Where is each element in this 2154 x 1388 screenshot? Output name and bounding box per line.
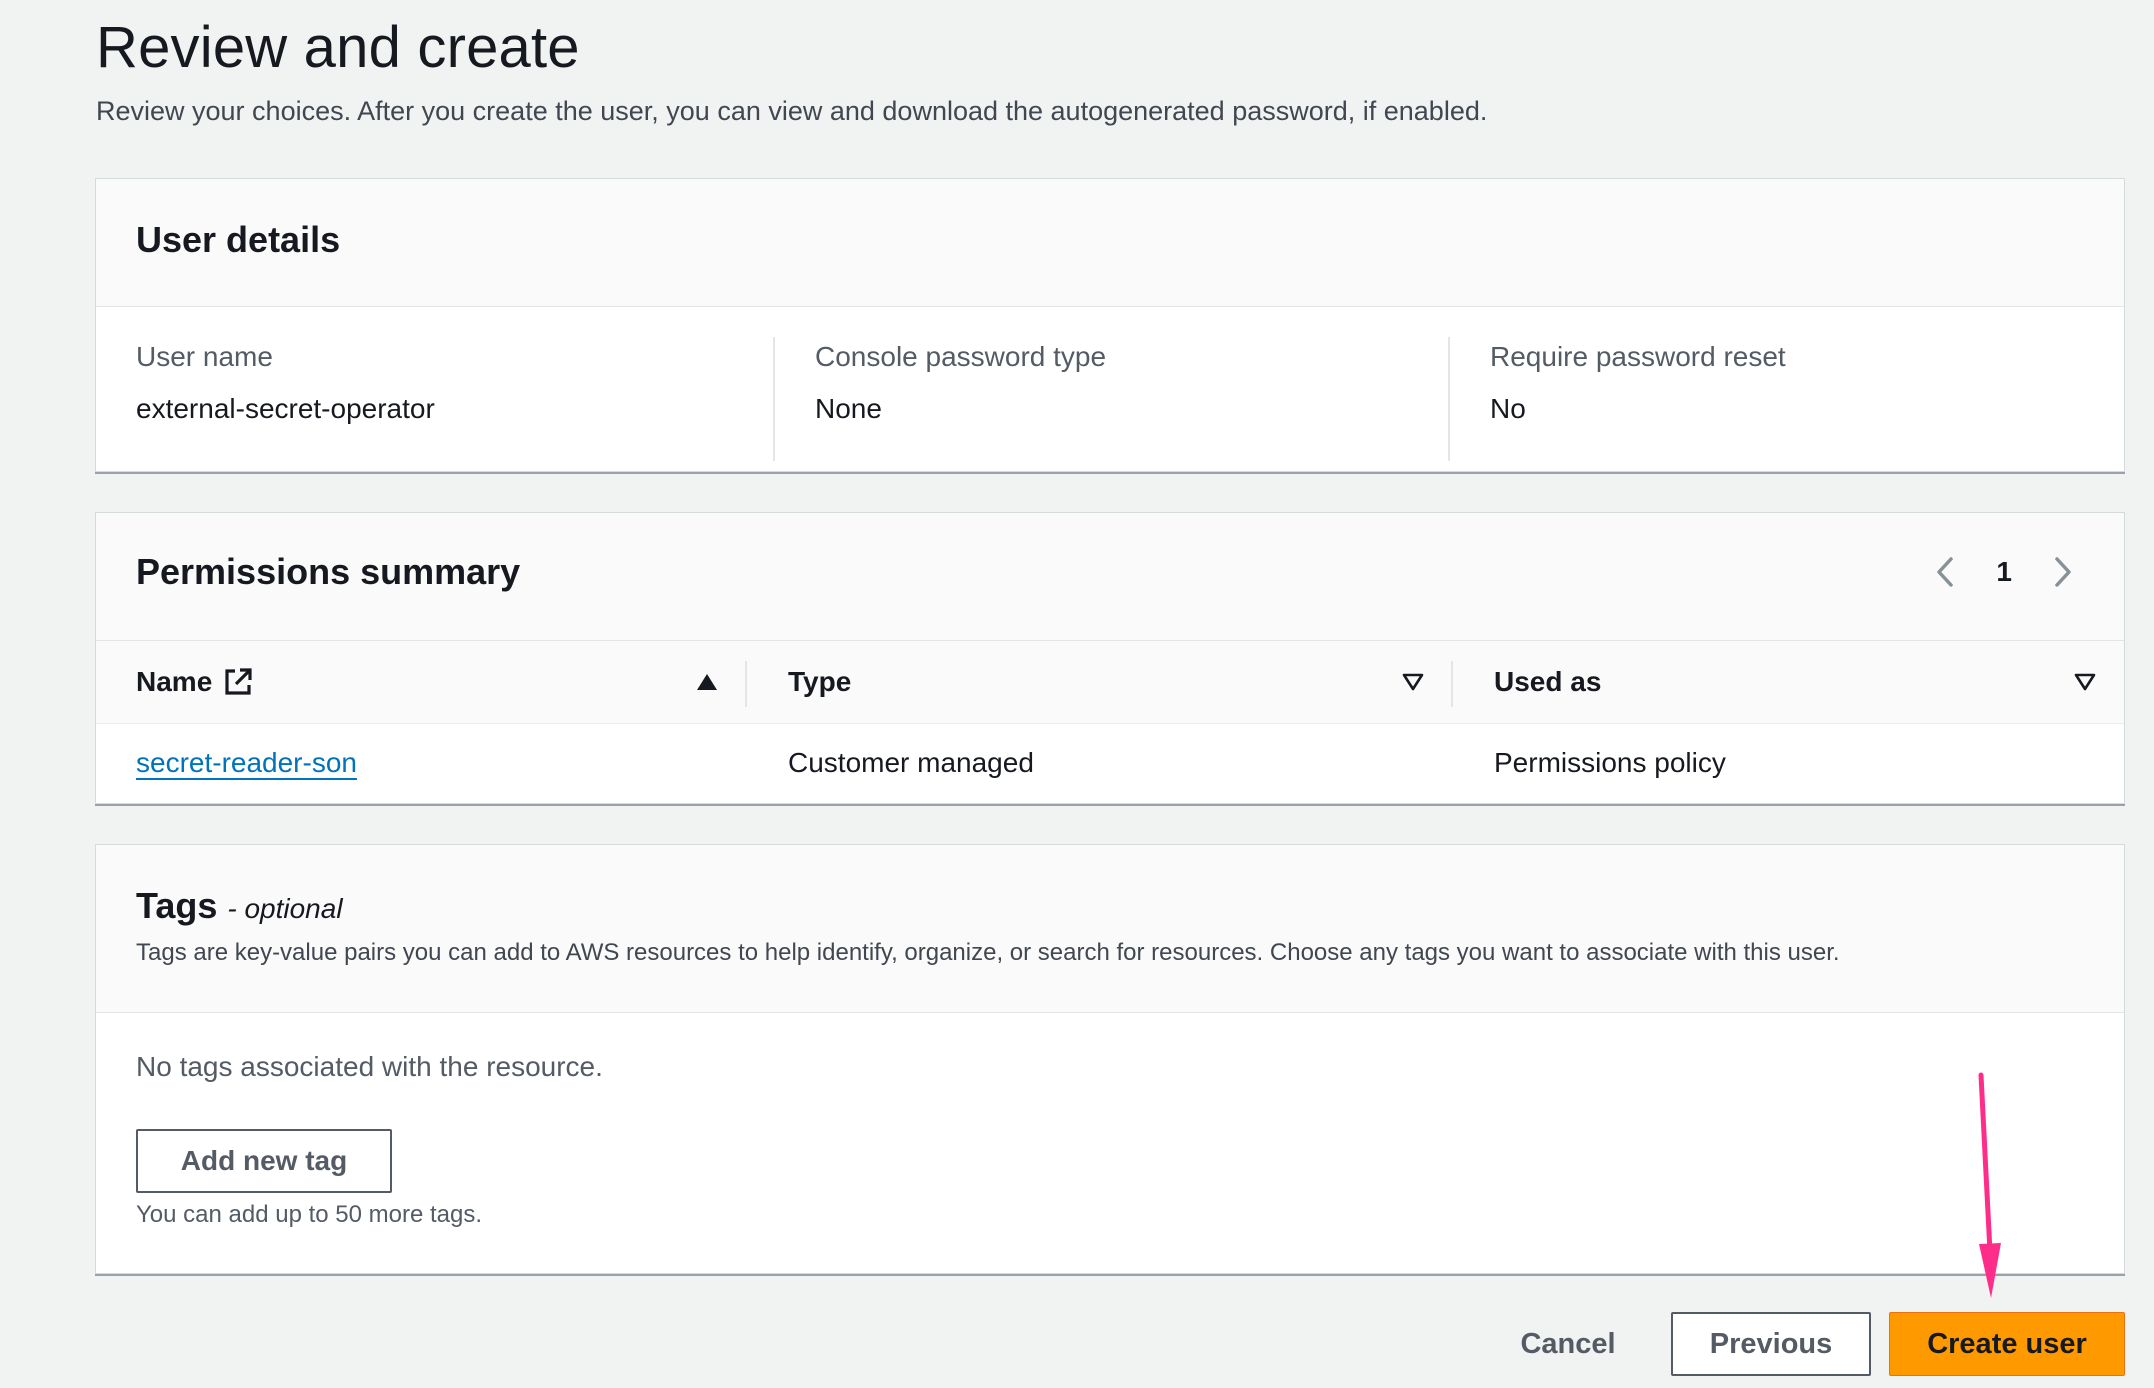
- empty-tags-message: No tags associated with the resource.: [136, 1051, 603, 1082]
- policy-used-as-cell: Permissions policy: [1494, 747, 1726, 778]
- sort-unsorted-icon[interactable]: [2074, 641, 2096, 723]
- external-link-icon: [222, 666, 254, 698]
- optional-label: - optional: [227, 893, 343, 924]
- require-password-reset-field: Require password reset No: [1448, 337, 2100, 461]
- tags-panel: Tags - optional Tags are key-value pairs…: [95, 844, 2125, 1274]
- user-details-panel: User details User name external-secret-o…: [95, 178, 2125, 472]
- policy-name-link[interactable]: secret-reader-son: [136, 747, 357, 779]
- column-divider: [1451, 661, 1453, 707]
- previous-button[interactable]: Previous: [1671, 1312, 1871, 1376]
- column-used-as-label: Used as: [1494, 666, 1602, 697]
- tags-heading: Tags: [136, 885, 218, 926]
- add-new-tag-button[interactable]: Add new tag: [136, 1129, 392, 1193]
- user-name-value: external-secret-operator: [136, 393, 435, 424]
- create-user-button[interactable]: Create user: [1889, 1312, 2125, 1376]
- page-title: Review and create: [96, 15, 580, 80]
- tags-description: Tags are key-value pairs you can add to …: [136, 939, 1840, 966]
- policy-type-cell: Customer managed: [788, 747, 1034, 778]
- permissions-summary-header: Permissions summary 1: [96, 513, 2124, 641]
- console-password-type-value: None: [815, 393, 882, 424]
- column-name-label: Name: [136, 666, 213, 697]
- user-name-field: User name external-secret-operator: [136, 337, 746, 461]
- user-details-header: User details: [96, 179, 2124, 307]
- tags-title: Tags - optional: [136, 885, 343, 927]
- cancel-button[interactable]: Cancel: [1500, 1312, 1636, 1376]
- sort-unsorted-icon[interactable]: [1402, 641, 1424, 723]
- column-header-used-as[interactable]: Used as: [1494, 641, 1601, 723]
- table-header: Name Type Used as: [96, 641, 2124, 724]
- require-password-reset-value: No: [1490, 393, 1526, 424]
- user-details-heading: User details: [136, 219, 341, 260]
- page-number[interactable]: 1: [1996, 556, 2012, 588]
- sort-ascending-icon[interactable]: [696, 641, 718, 723]
- column-type-label: Type: [788, 666, 852, 697]
- console-password-type-field: Console password type None: [773, 337, 1425, 461]
- policy-name-cell: secret-reader-son: [136, 723, 357, 803]
- pagination: 1: [1928, 555, 2080, 589]
- table-row: secret-reader-son Customer managed Permi…: [96, 723, 2124, 803]
- console-password-type-label: Console password type: [815, 341, 1107, 372]
- column-header-type[interactable]: Type: [788, 641, 851, 723]
- permissions-summary-panel: Permissions summary 1 Name Type Used as …: [95, 512, 2125, 804]
- chevron-left-icon[interactable]: [1928, 555, 1962, 589]
- user-name-label: User name: [136, 341, 273, 372]
- require-password-reset-label: Require password reset: [1490, 341, 1786, 372]
- permissions-summary-heading: Permissions summary: [136, 551, 521, 592]
- chevron-right-icon[interactable]: [2046, 555, 2080, 589]
- column-header-name[interactable]: Name: [136, 641, 254, 723]
- tags-header: Tags - optional Tags are key-value pairs…: [96, 845, 2124, 1013]
- page-description: Review your choices. After you create th…: [96, 96, 1488, 126]
- column-divider: [745, 661, 747, 707]
- tags-hint: You can add up to 50 more tags.: [136, 1201, 483, 1228]
